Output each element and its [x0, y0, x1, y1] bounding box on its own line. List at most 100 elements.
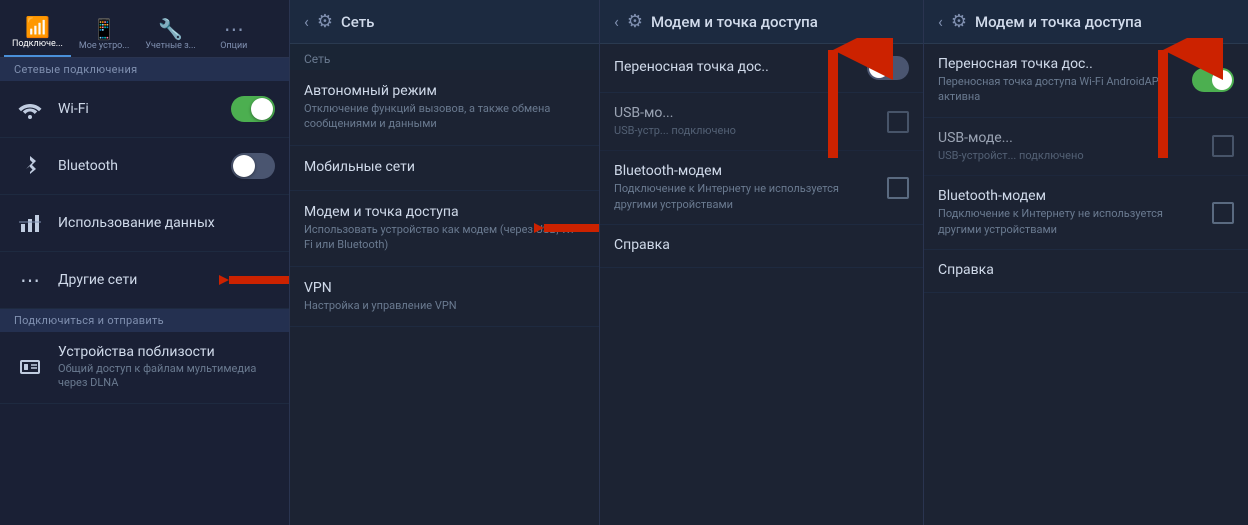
network-section-label: Сеть	[290, 44, 599, 70]
modem-on-gear-icon: ⚙	[951, 11, 967, 32]
tab-accounts-label: Учетные з...	[145, 41, 195, 51]
bluetooth-icon	[14, 150, 46, 182]
modem-hotspot-text: Переносная точка дос..	[614, 59, 859, 77]
nearby-title: Устройства поблизости	[58, 344, 275, 360]
nearby-sub: Общий доступ к файлам мультимедиа через …	[58, 362, 275, 391]
modem-bt-text: Bluetooth-модем Подключение к Интернету …	[614, 163, 877, 212]
modem-bt-title: Bluetooth-модем	[614, 163, 877, 179]
hotspot-toggle-on-knob	[1212, 70, 1232, 90]
hotspot-toggle-knob	[869, 58, 889, 78]
list-item-mobile[interactable]: Мобильные сети	[290, 146, 599, 191]
modem-off-title: Модем и точка доступа	[651, 13, 818, 31]
tab-options-label: Опции	[220, 41, 247, 51]
section-send-header: Подключиться и отправить	[0, 309, 289, 332]
modem-on-hotspot-item[interactable]: Переносная точка дос.. Переносная точка …	[924, 44, 1248, 118]
modem-on-bt-text: Bluetooth-модем Подключение к Интернету …	[938, 188, 1202, 237]
nearby-icon	[14, 351, 46, 383]
modem-usb-sub: USB-устр... подключено	[614, 123, 877, 138]
panel-network: ‹ ⚙ Сеть Сеть Автономный режим Отключени…	[290, 0, 600, 525]
network-back-icon[interactable]: ‹	[304, 12, 309, 31]
modem-on-header: ‹ ⚙ Модем и точка доступа	[924, 0, 1248, 44]
modem-on-help-title: Справка	[938, 262, 1234, 278]
modem-help-title: Справка	[614, 237, 909, 253]
data-usage-icon	[14, 207, 46, 239]
other-networks-label: Другие сети	[58, 272, 275, 288]
wifi-toggle[interactable]	[231, 96, 275, 122]
panel-settings-menu: 📶 Подключе... 📱 Мое устро... 🔧 Учетные з…	[0, 0, 290, 525]
menu-item-other-networks[interactable]: ⋯ Другие сети	[0, 252, 289, 309]
menu-item-bluetooth[interactable]: Bluetooth	[0, 138, 289, 195]
panel-modem-on: ‹ ⚙ Модем и точка доступа Переносная точ…	[924, 0, 1248, 525]
panel-modem-off: ‹ ⚙ Модем и точка доступа Переносная точ…	[600, 0, 924, 525]
modem-on-usb-item[interactable]: USB-моде... USB-устройст... подключено	[924, 118, 1248, 176]
list-item-vpn[interactable]: VPN Настройка и управление VPN	[290, 267, 599, 327]
wifi-label: Wi-Fi	[58, 101, 231, 117]
modem-on-hotspot-title: Переносная точка дос..	[938, 56, 1184, 72]
bt-on-checkbox[interactable]	[1212, 202, 1234, 224]
tab-options[interactable]: ⋯ Опции	[204, 15, 264, 57]
modem-bt-item[interactable]: Bluetooth-модем Подключение к Интернету …	[600, 151, 923, 225]
tab-mydevice[interactable]: 📱 Мое устро...	[71, 15, 138, 57]
tab-connect-label: Подключе...	[12, 39, 63, 49]
bluetooth-label: Bluetooth	[58, 158, 231, 174]
network-gear-icon: ⚙	[317, 11, 333, 32]
airplane-title: Автономный режим	[304, 83, 585, 99]
hotspot-toggle-off[interactable]	[867, 56, 909, 80]
mobile-title: Мобильные сети	[304, 159, 585, 175]
options-icon: ⋯	[224, 19, 244, 39]
airplane-sub: Отключение функций вызовов, а также обме…	[304, 101, 585, 132]
modem-bt-sub: Подключение к Интернету не используется …	[614, 181, 877, 212]
modem-usb-text: USB-мо... USB-устр... подключено	[614, 105, 877, 138]
vpn-sub: Настройка и управление VPN	[304, 298, 585, 313]
list-item-modem[interactable]: Модем и точка доступа Использовать устро…	[290, 191, 599, 267]
modem-on-usb-sub: USB-устройст... подключено	[938, 148, 1202, 163]
menu-item-wifi[interactable]: Wi-Fi	[0, 81, 289, 138]
modem-sub: Использовать устройство как модем (через…	[304, 222, 585, 253]
modem-off-header: ‹ ⚙ Модем и точка доступа	[600, 0, 923, 44]
accounts-icon: 🔧	[158, 19, 183, 39]
data-usage-label: Использование данных	[58, 215, 275, 231]
modem-usb-title: USB-мо...	[614, 105, 877, 121]
other-networks-icon: ⋯	[14, 264, 46, 296]
modem-on-bt-item[interactable]: Bluetooth-модем Подключение к Интернету …	[924, 176, 1248, 250]
bt-checkbox[interactable]	[887, 177, 909, 199]
bluetooth-toggle[interactable]	[231, 153, 275, 179]
menu-item-nearby[interactable]: Устройства поблизости Общий доступ к фай…	[0, 332, 289, 404]
menu-item-data-usage[interactable]: Использование данных	[0, 195, 289, 252]
wifi-icon	[14, 93, 46, 125]
modem-hotspot-title: Переносная точка дос..	[614, 59, 859, 75]
modem-on-back-icon[interactable]: ‹	[938, 12, 943, 31]
mydevice-icon: 📱	[92, 19, 117, 39]
modem-on-title: Модем и точка доступа	[975, 13, 1142, 31]
vpn-title: VPN	[304, 280, 585, 296]
section-network-header: Сетевые подключения	[0, 58, 289, 81]
modem-on-bt-sub: Подключение к Интернету не используется …	[938, 206, 1202, 237]
usb-on-checkbox[interactable]	[1212, 135, 1234, 157]
modem-on-usb-title: USB-моде...	[938, 130, 1202, 146]
modem-on-bt-title: Bluetooth-модем	[938, 188, 1202, 204]
tabs-row: 📶 Подключе... 📱 Мое устро... 🔧 Учетные з…	[0, 0, 289, 58]
network-title: Сеть	[341, 13, 374, 31]
tab-mydevice-label: Мое устро...	[79, 41, 130, 51]
modem-off-gear-icon: ⚙	[627, 11, 643, 32]
tab-connect[interactable]: 📶 Подключе...	[4, 13, 71, 57]
tab-accounts[interactable]: 🔧 Учетные з...	[137, 15, 203, 57]
modem-on-hotspot-text: Переносная точка дос.. Переносная точка …	[938, 56, 1184, 105]
network-header: ‹ ⚙ Сеть	[290, 0, 599, 44]
modem-usb-item[interactable]: USB-мо... USB-устр... подключено	[600, 93, 923, 151]
list-item-airplane[interactable]: Автономный режим Отключение функций вызо…	[290, 70, 599, 146]
modem-help-item[interactable]: Справка	[600, 225, 923, 268]
modem-on-help-item[interactable]: Справка	[924, 250, 1248, 293]
modem-title: Модем и точка доступа	[304, 204, 585, 220]
modem-on-usb-text: USB-моде... USB-устройст... подключено	[938, 130, 1202, 163]
modem-off-back-icon[interactable]: ‹	[614, 12, 619, 31]
hotspot-toggle-on[interactable]	[1192, 68, 1234, 92]
modem-hotspot-item[interactable]: Переносная точка дос..	[600, 44, 923, 93]
modem-on-hotspot-sub: Переносная точка доступа Wi-Fi AndroidAP…	[938, 74, 1184, 105]
modem-help-text: Справка	[614, 237, 909, 255]
usb-checkbox[interactable]	[887, 111, 909, 133]
wifi-toggle-knob	[251, 98, 273, 120]
bluetooth-toggle-knob	[233, 155, 255, 177]
connect-icon: 📶	[25, 17, 50, 37]
modem-on-help-text: Справка	[938, 262, 1234, 280]
